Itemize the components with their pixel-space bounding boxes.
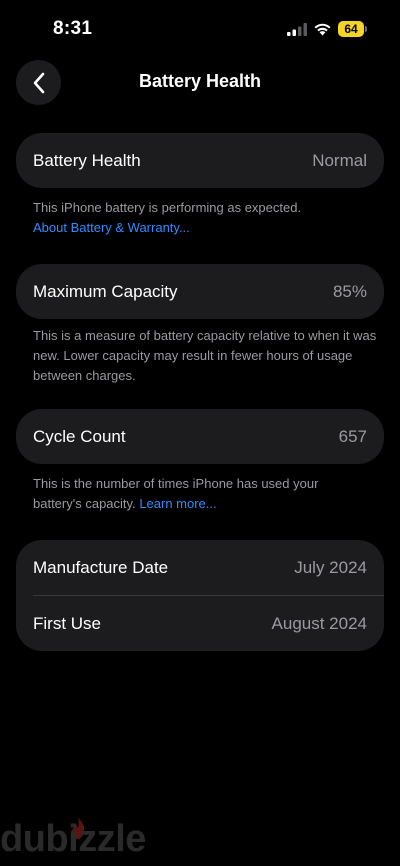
dates-card: Manufacture Date July 2024 First Use Aug… bbox=[16, 540, 384, 651]
cycle-count-card: Cycle Count 657 bbox=[16, 409, 384, 464]
battery-level: 64 bbox=[338, 21, 364, 37]
first-use-row: First Use August 2024 bbox=[16, 596, 384, 651]
first-use-value: August 2024 bbox=[271, 613, 367, 633]
status-time: 8:31 bbox=[53, 18, 93, 39]
battery-icon: 64 bbox=[338, 21, 368, 37]
battery-cap bbox=[365, 26, 367, 32]
cycle-count-footnote: This is the number of times iPhone has u… bbox=[33, 474, 363, 514]
dubizzle-watermark: dubizzle bbox=[0, 818, 146, 860]
battery-health-label: Battery Health bbox=[33, 150, 141, 170]
learn-more-link[interactable]: Learn more... bbox=[139, 496, 216, 511]
first-use-label: First Use bbox=[33, 613, 101, 633]
maximum-capacity-row: Maximum Capacity 85% bbox=[16, 264, 384, 319]
battery-health-value: Normal bbox=[312, 150, 367, 170]
maximum-capacity-label: Maximum Capacity bbox=[33, 281, 178, 301]
battery-health-card: Battery Health Normal bbox=[16, 133, 384, 188]
page-title: Battery Health bbox=[138, 71, 262, 91]
maximum-capacity-footnote: This is a measure of battery capacity re… bbox=[33, 328, 377, 383]
battery-health-description: This iPhone battery is performing as exp… bbox=[33, 200, 302, 215]
battery-health-footnote: This iPhone battery is performing as exp… bbox=[33, 198, 373, 238]
manufacture-date-label: Manufacture Date bbox=[33, 557, 169, 577]
about-battery-warranty-link[interactable]: About Battery & Warranty... bbox=[33, 218, 373, 238]
cycle-count-value: 657 bbox=[338, 426, 367, 446]
wifi-icon bbox=[314, 23, 331, 36]
manufacture-date-row: Manufacture Date July 2024 bbox=[16, 540, 384, 595]
manufacture-date-value: July 2024 bbox=[294, 557, 367, 577]
status-bar: 8:31 64 bbox=[0, 0, 400, 56]
maximum-capacity-card: Maximum Capacity 85% bbox=[16, 264, 384, 319]
cycle-count-label: Cycle Count bbox=[33, 426, 126, 446]
battery-health-row: Battery Health Normal bbox=[16, 133, 384, 188]
maximum-capacity-value: 85% bbox=[332, 281, 367, 301]
cycle-count-row: Cycle Count 657 bbox=[16, 409, 384, 464]
cellular-signal-icon bbox=[287, 23, 307, 36]
